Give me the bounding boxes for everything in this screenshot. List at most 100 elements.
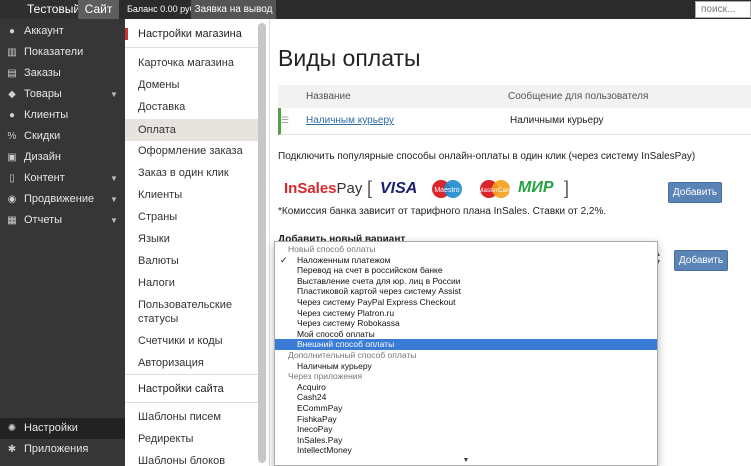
dropdown-option[interactable]: Через систему PayPal Express Checkout — [275, 297, 657, 308]
settings-item[interactable]: Редиректы — [125, 432, 258, 446]
doc-icon: ▯ — [9, 173, 15, 184]
commission-note: *Комиссия банка зависит от тарифного пла… — [278, 206, 607, 217]
dropdown-option[interactable]: ✓ Наложенным платежом — [275, 255, 657, 266]
nav-label: Показатели — [24, 46, 84, 58]
check-icon: ✓ — [280, 254, 288, 265]
nav-label: Контент — [24, 172, 65, 184]
withdraw-button[interactable]: Заявка на вывод — [191, 0, 276, 19]
visa-logo: VISA — [380, 180, 418, 197]
users-icon: ● — [8, 110, 16, 121]
dropdown-option[interactable]: Через систему Platron.ru — [275, 308, 657, 319]
settings-scrollbar[interactable] — [258, 23, 266, 463]
balance-text: Баланс 0.00 руб — [127, 4, 195, 14]
settings-item[interactable]: Заказ в один клик — [125, 166, 258, 180]
logo-text: InSales — [284, 180, 337, 197]
site-button[interactable]: Сайт — [78, 0, 119, 19]
dropdown-option[interactable]: Мой способ оплаты — [275, 329, 657, 340]
settings-item[interactable]: Пользовательские статусы — [125, 298, 235, 326]
settings-item[interactable]: Авторизация — [125, 356, 258, 370]
nav-label: Клиенты — [24, 109, 69, 121]
top-bar: Тестовый Сайт Баланс 0.00 руб Заявка на … — [0, 0, 751, 19]
connect-text: Подключить популярные способы онлайн-опл… — [278, 151, 696, 162]
nav-item-settings[interactable]: ✺ Настройки — [0, 418, 125, 439]
dropdown-option[interactable]: Acquiro — [275, 382, 657, 393]
settings-item[interactable]: Счетчики и коды — [125, 334, 258, 348]
site-settings-header[interactable]: Настройки сайта — [125, 383, 258, 395]
nav-item-discounts[interactable]: % Скидки — [0, 126, 125, 147]
search-input[interactable] — [695, 1, 751, 18]
settings-item[interactable]: Карточка магазина — [125, 56, 258, 70]
nav-item-content[interactable]: ▯ Контент ▼ — [0, 168, 125, 189]
dropdown-option[interactable]: IntellectMoney — [275, 445, 657, 456]
chevron-down-icon: ▼ — [110, 174, 118, 183]
dropdown-option[interactable]: FishkaPay — [275, 414, 657, 425]
chevron-down-icon: ▼ — [110, 195, 118, 204]
nav-item-reports[interactable]: ▦ Отчеты ▼ — [0, 210, 125, 231]
add-insalespay-button[interactable]: Добавить — [668, 182, 722, 203]
nav-item-account[interactable]: ● Аккаунт — [0, 21, 125, 42]
chart-icon: ▥ — [7, 47, 17, 58]
nav-item-design[interactable]: ▣ Дизайн — [0, 147, 125, 168]
settings-item[interactable]: Клиенты — [125, 188, 258, 202]
nav-label: Настройки — [24, 422, 78, 434]
payment-name-link[interactable]: Наличным курьеру — [306, 115, 394, 126]
nav-item-apps[interactable]: ✱ Приложения — [0, 439, 125, 460]
mastercard-logo: MasterCard — [475, 179, 515, 202]
cart-icon: ▤ — [7, 68, 17, 79]
dropdown-option[interactable]: InSales.Pay — [275, 435, 657, 446]
dropdown-option[interactable]: Пластиковой картой через систему Assist — [275, 286, 657, 297]
dropdown-group: Дополнительный способ оплаты — [288, 350, 417, 360]
dropdown-option[interactable]: Через систему Robokassa — [275, 318, 657, 329]
nav-label: Приложения — [24, 443, 89, 455]
image-icon: ▣ — [7, 152, 17, 163]
dropdown-option[interactable]: Cash24 — [275, 392, 657, 403]
dropdown-option[interactable]: Перевод на счет в российском банке — [275, 265, 657, 276]
person-icon: ● — [8, 26, 16, 37]
column-header-message: Сообщение для пользователя — [508, 91, 649, 102]
nav-label: Товары — [24, 88, 62, 100]
left-navigation: ● Аккаунт ▥ Показатели ▤ Заказы ◆ Товары… — [0, 19, 125, 466]
tag-icon: ◆ — [8, 89, 16, 100]
settings-item[interactable]: Валюты — [125, 254, 258, 268]
store-settings-header[interactable]: Настройки магазина — [125, 28, 258, 40]
settings-item[interactable]: Шаблоны блоков — [125, 454, 258, 466]
nav-item-metrics[interactable]: ▥ Показатели — [0, 42, 125, 63]
nav-item-orders[interactable]: ▤ Заказы — [0, 63, 125, 84]
drag-handle-icon[interactable]: ☰ — [281, 115, 289, 126]
scroll-down-icon[interactable]: ▼ — [275, 456, 657, 465]
nav-item-clients[interactable]: ● Клиенты — [0, 105, 125, 126]
settings-item-payment[interactable]: Оплата — [125, 119, 258, 141]
settings-item[interactable]: Оформление заказа — [125, 144, 258, 158]
brand-name[interactable]: Тестовый — [0, 0, 80, 19]
gear-icon: ✺ — [7, 423, 17, 434]
divider — [125, 47, 258, 48]
settings-item[interactable]: Налоги — [125, 276, 258, 290]
settings-item[interactable]: Языки — [125, 232, 258, 246]
table-header: Название Сообщение для пользователя — [278, 85, 751, 108]
option-label: Наложенным платежом — [297, 254, 391, 265]
nav-label: Дизайн — [24, 151, 61, 163]
maestro-logo: Maestro — [429, 179, 465, 202]
logo-text: Pay — [336, 180, 363, 197]
dropdown-option[interactable]: Выставление счета для юр. лиц в России — [275, 276, 657, 287]
add-variant-button[interactable]: Добавить — [674, 250, 728, 271]
nav-label: Продвижение — [24, 193, 95, 205]
payment-type-dropdown[interactable]: Новый способ оплаты ✓ Наложенным платежом… — [274, 241, 658, 466]
settings-item[interactable]: Доставка — [125, 100, 258, 114]
report-icon: ▦ — [7, 215, 17, 226]
dropdown-option[interactable]: Наличным курьеру — [275, 361, 657, 372]
nav-label: Заказы — [24, 67, 61, 79]
nav-item-products[interactable]: ◆ Товары ▼ — [0, 84, 125, 105]
settings-item[interactable]: Шаблоны писем — [125, 410, 258, 424]
settings-menu: Настройки магазина Карточка магазина Дом… — [125, 19, 270, 466]
dropdown-option[interactable]: InecoPay — [275, 424, 657, 435]
nav-item-promotion[interactable]: ◉ Продвижение ▼ — [0, 189, 125, 210]
divider — [125, 374, 258, 375]
dropdown-option-highlighted[interactable]: Внешний способ оплаты — [275, 339, 657, 350]
settings-item[interactable]: Домены — [125, 78, 258, 92]
settings-item[interactable]: Страны — [125, 210, 258, 224]
column-header-name: Название — [306, 91, 351, 102]
svg-text:Maestro: Maestro — [434, 187, 459, 194]
promo-icon: ◉ — [7, 194, 17, 205]
dropdown-option[interactable]: ECommPay — [275, 403, 657, 414]
